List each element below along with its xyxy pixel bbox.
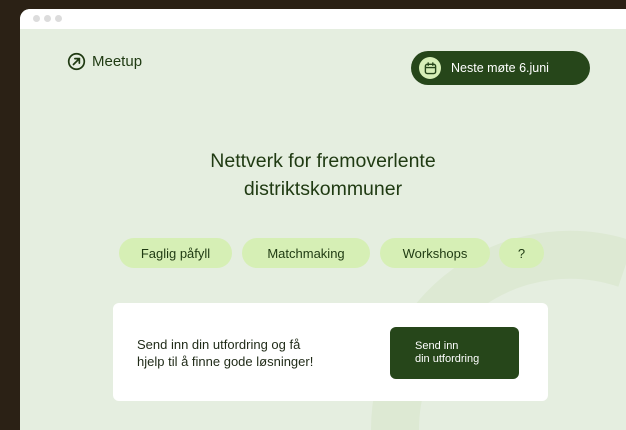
submit-challenge-button-line: din utfordring <box>415 353 480 365</box>
window-control-dot[interactable] <box>55 15 62 22</box>
chip-workshops[interactable]: Workshops <box>380 238 490 268</box>
window-control-dot[interactable] <box>44 15 51 22</box>
chip-more[interactable]: ? <box>499 238 544 268</box>
page-title-line: Nettverk for fremoverlente <box>210 150 436 172</box>
brand-logo[interactable]: Meetup <box>67 52 142 71</box>
next-meeting-button[interactable]: Neste møte 6.juni <box>411 51 590 85</box>
challenge-card-text-line: Send inn din utfordring og få <box>137 337 301 352</box>
chip-matchmaking[interactable]: Matchmaking <box>242 238 370 268</box>
calendar-icon <box>424 61 436 74</box>
next-meeting-label: Neste møte 6.juni <box>451 61 549 75</box>
submit-challenge-button[interactable]: Send inn din utfordring <box>390 327 519 379</box>
chip-faglig-pafyll[interactable]: Faglig påfyll <box>119 238 232 268</box>
challenge-card-text: Send inn din utfordring og få hjelp til … <box>137 336 377 370</box>
browser-window: Meetup Neste møte 6.juni Nettverk for fr… <box>20 9 626 430</box>
window-control-dot[interactable] <box>33 15 40 22</box>
challenge-card-text-line: hjelp til å finne gode løsninger! <box>137 354 314 369</box>
page-title: Nettverk for fremoverlente distriktskomm… <box>20 147 626 203</box>
arrow-up-right-circle-icon <box>67 52 86 71</box>
submit-challenge-button-line: Send inn <box>415 340 459 352</box>
brand-name: Meetup <box>92 53 143 70</box>
challenge-card: Send inn din utfordring og få hjelp til … <box>113 303 548 401</box>
page-title-line: distriktskommuner <box>243 178 403 200</box>
calendar-icon-badge <box>419 57 441 79</box>
window-titlebar <box>20 9 626 29</box>
